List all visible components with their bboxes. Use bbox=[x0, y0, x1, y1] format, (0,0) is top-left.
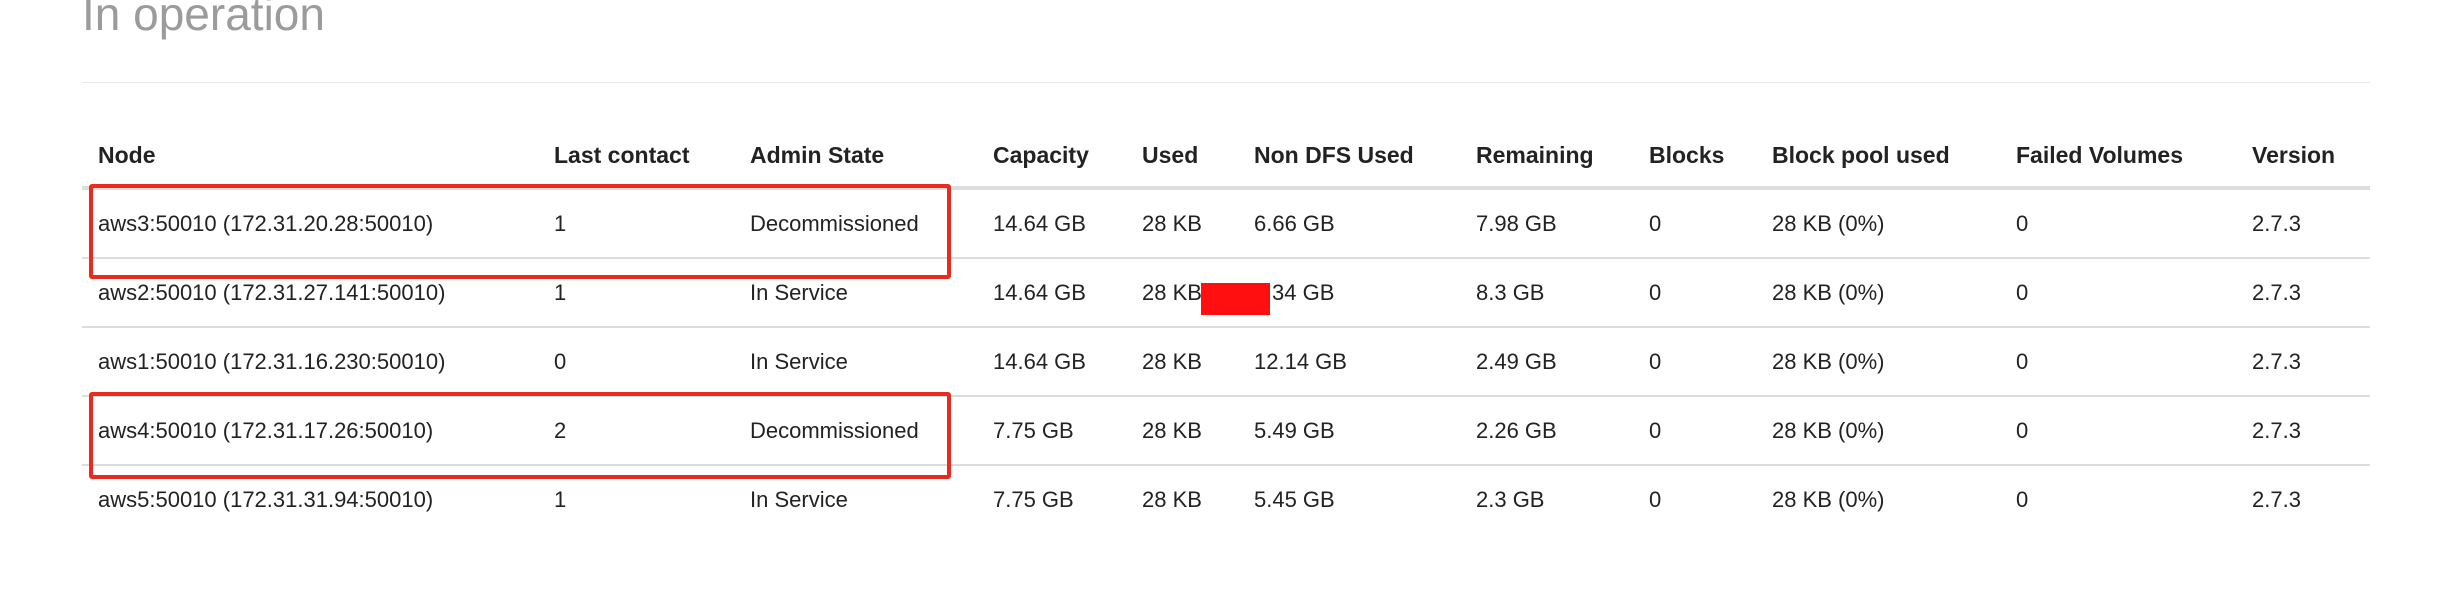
cell-non-dfs-used: 34 GB bbox=[1238, 258, 1460, 328]
datanode-table: Node Last contact Admin State Capacity U… bbox=[82, 124, 2370, 533]
cell-blocks: 0 bbox=[1633, 188, 1756, 259]
cell-node: aws4:50010 (172.31.17.26:50010) bbox=[82, 396, 538, 466]
cell-last-contact: 0 bbox=[538, 327, 734, 397]
cell-blocks: 0 bbox=[1633, 396, 1756, 466]
section-title: In operation bbox=[82, 0, 325, 40]
cell-capacity: 7.75 GB bbox=[977, 396, 1126, 466]
cell-block-pool-used: 28 KB (0%) bbox=[1756, 327, 2000, 397]
cell-last-contact: 2 bbox=[538, 396, 734, 466]
cell-remaining: 7.98 GB bbox=[1460, 188, 1633, 259]
table-header-row: Node Last contact Admin State Capacity U… bbox=[82, 124, 2370, 190]
cell-node: aws1:50010 (172.31.16.230:50010) bbox=[82, 327, 538, 397]
redaction-block bbox=[1201, 283, 1270, 315]
column-header-admin-state[interactable]: Admin State bbox=[734, 124, 977, 190]
column-header-block-pool-used[interactable]: Block pool used bbox=[1756, 124, 2000, 190]
column-header-non-dfs-used[interactable]: Non DFS Used bbox=[1238, 124, 1460, 190]
cell-capacity: 14.64 GB bbox=[977, 188, 1126, 259]
cell-node: aws2:50010 (172.31.27.141:50010) bbox=[82, 258, 538, 328]
table-row: aws4:50010 (172.31.17.26:50010) 2 Decomm… bbox=[82, 396, 2370, 466]
column-header-capacity[interactable]: Capacity bbox=[977, 124, 1126, 190]
cell-non-dfs-used: 12.14 GB bbox=[1238, 327, 1460, 397]
cell-non-dfs-used: 5.49 GB bbox=[1238, 396, 1460, 466]
cell-remaining: 8.3 GB bbox=[1460, 258, 1633, 328]
column-header-last-contact[interactable]: Last contact bbox=[538, 124, 734, 190]
cell-used: 28 KB bbox=[1126, 188, 1238, 259]
column-header-failed-volumes[interactable]: Failed Volumes bbox=[2000, 124, 2236, 190]
table-row: aws5:50010 (172.31.31.94:50010) 1 In Ser… bbox=[82, 465, 2370, 533]
cell-remaining: 2.3 GB bbox=[1476, 486, 1545, 512]
cell-node: aws3:50010 (172.31.20.28:50010) bbox=[82, 188, 538, 259]
cell-last-contact: 1 bbox=[554, 486, 567, 512]
column-header-node[interactable]: Node bbox=[82, 124, 538, 190]
cell-remaining: 2.49 GB bbox=[1460, 327, 1633, 397]
cell-capacity: 7.75 GB bbox=[993, 486, 1074, 512]
column-header-used[interactable]: Used bbox=[1126, 124, 1238, 190]
cell-failed-volumes: 0 bbox=[2000, 188, 2236, 259]
cell-node: aws5:50010 (172.31.31.94:50010) bbox=[98, 486, 434, 512]
cell-block-pool-used: 28 KB (0%) bbox=[1756, 258, 2000, 328]
table-row: aws1:50010 (172.31.16.230:50010) 0 In Se… bbox=[82, 327, 2370, 397]
cell-version: 2.7.3 bbox=[2236, 188, 2370, 259]
cell-used: 28 KB bbox=[1126, 396, 1238, 466]
cell-admin-state: In Service bbox=[734, 327, 977, 397]
cell-last-contact: 1 bbox=[538, 188, 734, 259]
column-header-remaining[interactable]: Remaining bbox=[1460, 124, 1633, 190]
cell-failed-volumes: 0 bbox=[2000, 327, 2236, 397]
cell-version: 2.7.3 bbox=[2236, 396, 2370, 466]
cell-version: 2.7.3 bbox=[2252, 486, 2301, 512]
cell-block-pool-used: 28 KB (0%) bbox=[1772, 486, 1885, 512]
cell-failed-volumes: 0 bbox=[2016, 486, 2029, 512]
cell-blocks: 0 bbox=[1633, 258, 1756, 328]
cell-failed-volumes: 0 bbox=[2000, 258, 2236, 328]
cell-admin-state: Decommissioned bbox=[734, 188, 977, 259]
cell-block-pool-used: 28 KB (0%) bbox=[1756, 188, 2000, 259]
table-row: aws3:50010 (172.31.20.28:50010) 1 Decomm… bbox=[82, 188, 2370, 259]
cell-remaining: 2.26 GB bbox=[1460, 396, 1633, 466]
cell-failed-volumes: 0 bbox=[2000, 396, 2236, 466]
cell-last-contact: 1 bbox=[538, 258, 734, 328]
cell-admin-state: In Service bbox=[734, 258, 977, 328]
cell-non-dfs-used: 5.45 GB bbox=[1254, 486, 1335, 512]
cell-version: 2.7.3 bbox=[2236, 327, 2370, 397]
cell-blocks: 0 bbox=[1649, 486, 1662, 512]
cell-blocks: 0 bbox=[1633, 327, 1756, 397]
column-header-blocks[interactable]: Blocks bbox=[1633, 124, 1756, 190]
cell-used: 28 KB bbox=[1142, 486, 1202, 512]
cell-capacity: 14.64 GB bbox=[977, 327, 1126, 397]
cell-admin-state: Decommissioned bbox=[734, 396, 977, 466]
cell-version: 2.7.3 bbox=[2236, 258, 2370, 328]
section-divider bbox=[82, 82, 2370, 83]
cell-capacity: 14.64 GB bbox=[977, 258, 1126, 328]
column-header-version[interactable]: Version bbox=[2236, 124, 2370, 190]
cell-admin-state: In Service bbox=[750, 486, 848, 512]
cell-block-pool-used: 28 KB (0%) bbox=[1756, 396, 2000, 466]
cell-non-dfs-used: 6.66 GB bbox=[1238, 188, 1460, 259]
cell-used: 28 KB bbox=[1126, 327, 1238, 397]
